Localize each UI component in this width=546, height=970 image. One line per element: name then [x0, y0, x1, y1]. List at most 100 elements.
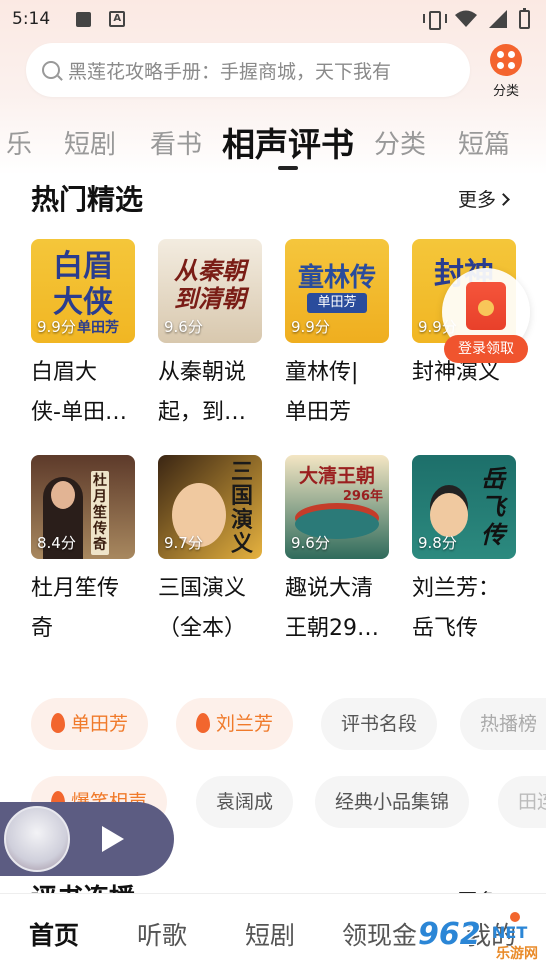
- book-cover: 大清王朝 296年 9.6分: [285, 455, 389, 559]
- book-title: 从秦朝说 起，到…: [158, 353, 268, 433]
- book-title: 趣说大清 王朝29…: [285, 569, 395, 649]
- category-button[interactable]: 分类: [486, 44, 526, 99]
- book-score: 9.9分: [37, 318, 76, 336]
- book-title-line: 杜月笙传: [31, 576, 120, 601]
- cover-face: [430, 493, 468, 537]
- chip-label: 热播榜: [480, 713, 538, 735]
- flame-icon: [51, 713, 65, 733]
- book-title: 刘兰芳： 岳飞传: [412, 569, 522, 649]
- book-card[interactable]: 杜月笙传奇 8.4分 杜月笙传 奇: [31, 455, 135, 649]
- book-cover: 童林传 单田芳 9.9分: [285, 239, 389, 343]
- book-title-line: 童林传|: [285, 360, 359, 385]
- chip-label: 袁阔成: [216, 791, 274, 813]
- book-score: 9.6分: [291, 534, 330, 552]
- a-app-icon: A: [109, 11, 126, 27]
- watermark-brand: 962: [418, 917, 481, 952]
- tag-chip[interactable]: 经典小品集锦: [315, 776, 470, 828]
- cover-subtitle: 单田芳: [307, 293, 367, 313]
- book-title-line: 从秦朝说: [158, 360, 247, 385]
- signal-icon: [489, 10, 507, 28]
- tag-chip[interactable]: 热播榜: [460, 698, 546, 750]
- nav-music[interactable]: 听歌: [137, 916, 187, 952]
- cover-face: [51, 481, 75, 509]
- status-time: 5:14: [12, 9, 51, 29]
- book-cover: 三国演义 9.7分: [158, 455, 262, 559]
- tab-category[interactable]: 分类: [374, 124, 426, 161]
- tag-chip[interactable]: 刘兰芳: [176, 698, 294, 750]
- book-cover: 白眉 大侠 单田芳 9.9分: [31, 239, 135, 343]
- book-title-line: 奇: [31, 616, 54, 641]
- section-title: 热门精选: [31, 183, 144, 216]
- book-title-line: 起，到…: [158, 400, 247, 425]
- red-envelope-icon: [466, 282, 506, 330]
- book-title: 杜月笙传 奇: [31, 569, 141, 649]
- search-input[interactable]: 黑莲花攻略手册：手握商城，天下我有: [26, 43, 470, 97]
- play-icon[interactable]: [102, 826, 124, 852]
- book-cover: 岳飞传 9.8分: [412, 455, 516, 559]
- red-envelope-promo[interactable]: 登录领取: [440, 268, 532, 364]
- mini-player[interactable]: [0, 802, 174, 876]
- book-title-line: 三国演义: [158, 576, 247, 601]
- book-title-line: 刘兰芳：: [412, 576, 501, 601]
- flame-icon: [196, 713, 210, 733]
- status-bar: 5:14 A: [0, 0, 546, 38]
- login-claim-button[interactable]: 登录领取: [444, 335, 528, 363]
- cover-title: 童林传: [297, 263, 376, 293]
- more-label: 更多: [458, 189, 497, 211]
- category-grid-icon: [490, 44, 522, 76]
- watermark-domain: NET: [492, 923, 528, 942]
- more-link[interactable]: 更多: [458, 185, 510, 212]
- tab-active-indicator: [278, 166, 298, 170]
- chevron-right-icon: [497, 193, 510, 206]
- tag-chip[interactable]: 评书名段: [321, 698, 438, 750]
- book-title-line: 侠-单田…: [31, 400, 127, 425]
- book-cover: 杜月笙传奇 8.4分: [31, 455, 135, 559]
- chip-label: 评书名段: [341, 713, 418, 735]
- book-score: 8.4分: [37, 534, 76, 552]
- book-title: 童林传| 单田芳: [285, 353, 395, 433]
- tab-crosstalk-storytelling[interactable]: 相声评书: [222, 118, 354, 166]
- search-icon: [42, 61, 60, 79]
- tag-chip[interactable]: 田连元: [498, 776, 546, 828]
- watermark-sub: 乐游网: [496, 946, 538, 962]
- nav-earn-cash[interactable]: 领现金: [342, 916, 417, 952]
- book-card[interactable]: 三国演义 9.7分 三国演义 （全本）: [158, 455, 262, 649]
- book-card[interactable]: 童林传 单田芳 9.9分 童林传| 单田芳: [285, 239, 389, 433]
- book-score: 9.9分: [291, 318, 330, 336]
- watermark-logo: 962 NET 乐游网: [412, 915, 542, 967]
- cover-subtitle: 296年: [342, 489, 383, 504]
- nav-home[interactable]: 首页: [29, 916, 79, 952]
- book-title-line: 白眉大: [31, 360, 98, 385]
- chip-label: 刘兰芳: [216, 713, 274, 735]
- cover-title: 白眉 大侠: [53, 249, 113, 320]
- now-playing-cover: [4, 806, 70, 872]
- book-title-line: 单田芳: [285, 400, 352, 425]
- book-title-line: 趣说大清: [285, 576, 374, 601]
- tag-chip[interactable]: 袁阔成: [196, 776, 294, 828]
- top-tabs: 乐 短剧 看书 相声评书 分类 短篇: [0, 118, 546, 168]
- category-label: 分类: [492, 84, 519, 99]
- status-icons: [423, 7, 530, 30]
- chip-label: 田连元: [518, 791, 546, 813]
- book-card[interactable]: 岳飞传 9.8分 刘兰芳： 岳飞传: [412, 455, 516, 649]
- book-title: 白眉大 侠-单田…: [31, 353, 141, 433]
- tab-music[interactable]: 乐: [6, 124, 32, 161]
- tag-chip[interactable]: 单田芳: [31, 698, 149, 750]
- book-title-line: 岳飞传: [412, 616, 479, 641]
- cover-title: 三国演义: [230, 460, 253, 557]
- book-card[interactable]: 从秦朝 到清朝 9.6分 从秦朝说 起，到…: [158, 239, 262, 433]
- search-placeholder: 黑莲花攻略手册：手握商城，天下我有: [68, 60, 392, 83]
- tab-short-drama[interactable]: 短剧: [64, 124, 116, 161]
- wifi-icon: [455, 10, 477, 27]
- nav-short-drama[interactable]: 短剧: [245, 916, 295, 952]
- vibrate-icon: [423, 10, 447, 30]
- book-card[interactable]: 大清王朝 296年 9.6分 趣说大清 王朝29…: [285, 455, 389, 649]
- book-score: 9.8分: [418, 534, 457, 552]
- book-card[interactable]: 白眉 大侠 单田芳 9.9分 白眉大 侠-单田…: [31, 239, 135, 433]
- tab-short-stories[interactable]: 短篇: [458, 124, 510, 161]
- book-cover: 从秦朝 到清朝 9.6分: [158, 239, 262, 343]
- book-title: 三国演义 （全本）: [158, 569, 268, 649]
- cover-title: 杜月笙传奇: [91, 471, 109, 555]
- book-title-line: 王朝29…: [285, 616, 379, 641]
- tab-reading[interactable]: 看书: [150, 124, 202, 161]
